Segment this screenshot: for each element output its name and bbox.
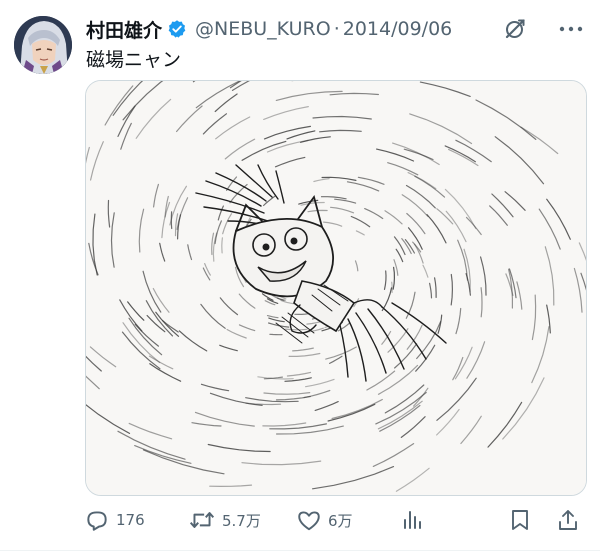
verified-badge-icon xyxy=(167,19,187,39)
like-count: 6万 xyxy=(328,511,353,530)
author-handle[interactable]: @NEBU_KURO xyxy=(195,18,331,40)
views-icon xyxy=(401,508,425,532)
post-date[interactable]: 2014/09/06 xyxy=(343,18,453,40)
like-button[interactable]: 6万 xyxy=(296,504,353,536)
bookmark-button[interactable] xyxy=(508,504,532,536)
reply-icon xyxy=(84,507,110,533)
header-separator: · xyxy=(333,18,340,40)
divider xyxy=(0,550,600,551)
action-bar: 176 5.7万 6万 xyxy=(80,504,586,536)
repost-icon xyxy=(188,507,216,533)
like-icon xyxy=(296,507,322,533)
pencil-drawing-image xyxy=(86,81,586,495)
avatar[interactable] xyxy=(14,16,72,74)
author-name[interactable]: 村田雄介 xyxy=(86,16,162,43)
post-text: 磁場ニャン xyxy=(86,49,182,71)
more-icon xyxy=(558,25,584,33)
share-icon xyxy=(556,507,580,533)
bookmark-icon xyxy=(508,507,532,533)
post-image[interactable] xyxy=(85,80,587,496)
more-options-button[interactable] xyxy=(556,16,586,42)
grok-button[interactable] xyxy=(502,16,528,42)
repost-count: 5.7万 xyxy=(222,511,261,530)
share-button[interactable] xyxy=(556,504,580,536)
repost-button[interactable]: 5.7万 xyxy=(188,504,261,536)
grok-icon xyxy=(503,17,527,41)
post-header: 村田雄介 @NEBU_KURO · 2014/09/06 xyxy=(86,16,586,42)
reply-button[interactable]: 176 xyxy=(84,504,145,536)
views-button[interactable] xyxy=(401,504,425,536)
avatar-image xyxy=(14,16,72,74)
reply-count: 176 xyxy=(116,511,145,529)
